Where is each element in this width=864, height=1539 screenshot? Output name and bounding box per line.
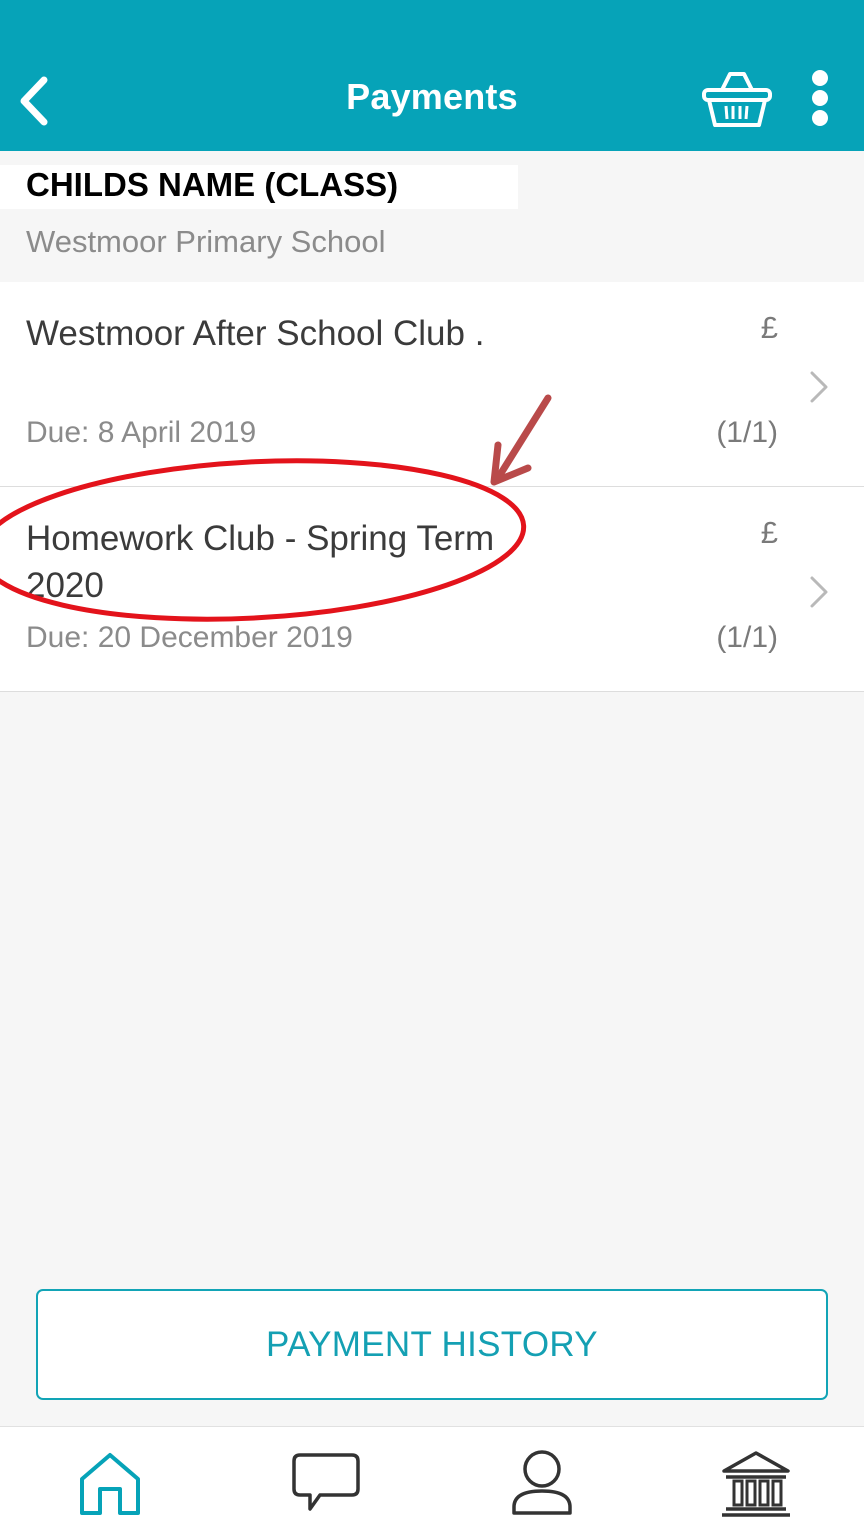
- tab-messages[interactable]: [286, 1447, 366, 1519]
- top-app-bar: Payments: [0, 0, 864, 151]
- school-name: Westmoor Primary School: [26, 224, 386, 259]
- payment-item[interactable]: Homework Club - Spring Term 2020 Due: 20…: [0, 487, 864, 692]
- payment-title: Westmoor After School Club .: [26, 314, 485, 353]
- payment-due-date: Due: 20 December 2019: [26, 621, 353, 654]
- home-icon: [80, 1453, 140, 1515]
- more-vertical-icon: [812, 70, 828, 126]
- child-header: CHILDS NAME (CLASS) Westmoor Primary Sch…: [0, 151, 864, 282]
- tab-bank[interactable]: [716, 1447, 796, 1519]
- chevron-right-icon: [810, 371, 828, 403]
- payment-item[interactable]: Westmoor After School Club . Due: 8 Apri…: [0, 282, 864, 487]
- bank-icon: [722, 1451, 790, 1517]
- payment-history-label: PAYMENT HISTORY: [266, 1324, 598, 1364]
- child-name-label: CHILDS NAME (CLASS): [26, 166, 399, 203]
- payment-count: (1/1): [716, 621, 778, 654]
- payment-history-button[interactable]: PAYMENT HISTORY: [36, 1289, 828, 1400]
- payment-due-date: Due: 8 April 2019: [26, 416, 257, 449]
- payment-currency: £: [760, 310, 778, 345]
- tab-profile[interactable]: [502, 1447, 582, 1519]
- more-options-button[interactable]: [800, 68, 840, 132]
- basket-button[interactable]: [700, 68, 774, 132]
- chat-icon: [292, 1453, 360, 1511]
- bottom-tab-bar: [0, 1426, 864, 1539]
- basket-icon: [702, 72, 772, 127]
- chevron-right-icon: [810, 576, 828, 608]
- payment-title: Homework Club - Spring Term 2020: [26, 519, 495, 605]
- payment-count: (1/1): [716, 416, 778, 449]
- payments-list: Westmoor After School Club . Due: 8 Apri…: [0, 282, 864, 692]
- payment-currency: £: [760, 515, 778, 550]
- tab-home[interactable]: [70, 1447, 150, 1519]
- user-icon: [512, 1450, 572, 1515]
